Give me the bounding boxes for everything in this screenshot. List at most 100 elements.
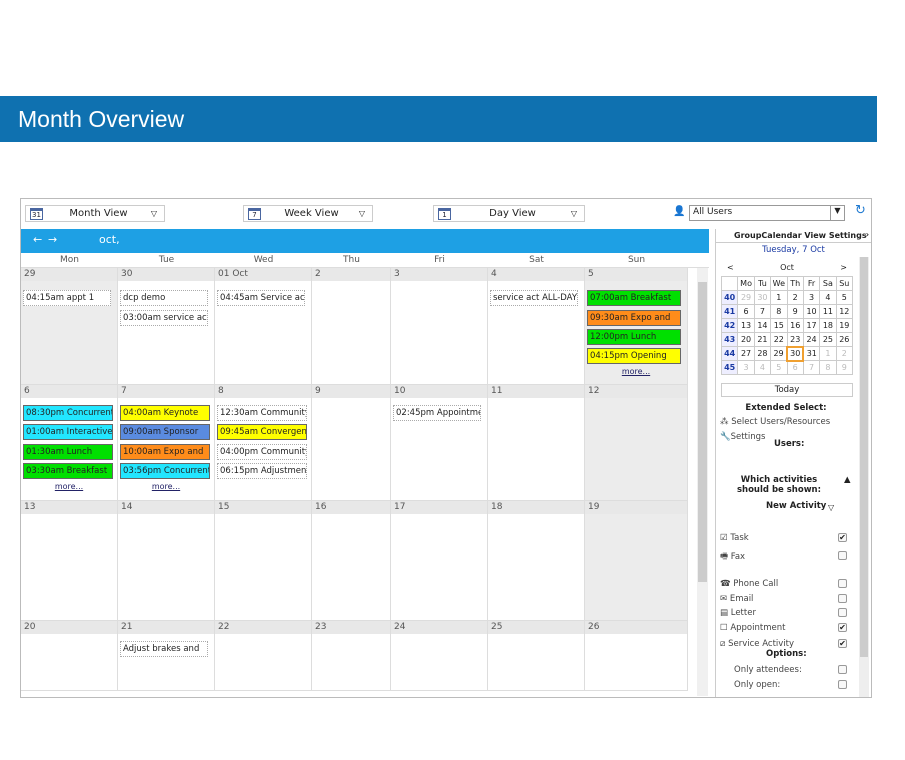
mini-day[interactable]: 3 (802, 290, 821, 305)
activity-checkbox[interactable]: ✔ (838, 639, 847, 648)
chevron-right-icon[interactable]: › (866, 230, 869, 239)
mini-day[interactable]: 29 (770, 346, 788, 361)
calendar-event[interactable]: 06:15pm Adjustment (217, 463, 307, 479)
calendar-scrollbar[interactable] (697, 268, 708, 696)
more-link[interactable]: more... (118, 482, 214, 491)
mini-day[interactable]: 17 (802, 318, 821, 333)
day-cell[interactable]: 26 (585, 621, 688, 691)
day-cell[interactable]: 16 (312, 501, 391, 621)
activity-checkbox[interactable] (838, 608, 847, 617)
next-arrow-icon[interactable]: → (48, 233, 57, 246)
panel-scrollbar[interactable] (859, 257, 869, 697)
mini-day[interactable]: 23 (786, 332, 804, 347)
day-cell[interactable]: 19 (585, 501, 688, 621)
day-cell[interactable]: 17 (391, 501, 488, 621)
mini-day[interactable]: 9 (835, 360, 854, 375)
mini-day[interactable]: 18 (819, 318, 837, 333)
mini-day[interactable]: 5 (835, 290, 854, 305)
mini-week-number[interactable]: 43 (720, 332, 739, 347)
calendar-event[interactable]: service act ALL-DAY 5 (490, 290, 578, 306)
mini-week-number[interactable]: 41 (720, 304, 739, 319)
day-cell[interactable]: 01 Oct 04:45am Service act 1 (215, 268, 312, 385)
day-cell[interactable]: 12 (585, 385, 688, 501)
day-cell[interactable]: 29 04:15am appt 1 (21, 268, 118, 385)
mini-day[interactable]: 7 (753, 304, 772, 319)
collapse-icon[interactable]: ▲ (844, 475, 851, 485)
mini-day[interactable]: 12 (835, 304, 854, 319)
mini-day[interactable]: 29 (737, 290, 755, 305)
prev-arrow-icon[interactable]: ← (33, 233, 42, 246)
mini-week-number[interactable]: 42 (720, 318, 739, 333)
month-view-button[interactable]: 31 Month View ▽ (25, 205, 165, 222)
chevron-down-icon[interactable]: ▽ (144, 209, 164, 218)
week-view-button[interactable]: 7 Week View ▽ (243, 205, 373, 222)
day-cell[interactable]: 11 (488, 385, 585, 501)
day-cell[interactable]: 23 (312, 621, 391, 691)
mini-day[interactable]: 2 (835, 346, 854, 361)
refresh-icon[interactable]: ↻ (855, 203, 866, 218)
calendar-event[interactable]: 12:00pm Lunch (587, 329, 681, 345)
calendar-event[interactable]: 12:30am Community (217, 405, 307, 421)
mini-day[interactable]: 14 (753, 318, 772, 333)
calendar-event[interactable]: 04:00pm Community (217, 444, 307, 460)
mini-day[interactable]: 1 (819, 346, 837, 361)
only-attendees-checkbox[interactable] (838, 665, 847, 674)
day-cell[interactable]: 18 (488, 501, 585, 621)
mini-day[interactable]: 30 (785, 345, 805, 362)
mini-day[interactable]: 9 (786, 304, 804, 319)
mini-day[interactable]: 13 (737, 318, 755, 333)
mini-day[interactable]: 10 (802, 304, 821, 319)
day-cell[interactable]: 13 (21, 501, 118, 621)
day-cell[interactable]: 6 08:30pm Concurrent 01:00am Interactive 01… (21, 385, 118, 501)
mini-week-number[interactable]: 45 (720, 360, 739, 375)
mini-day[interactable]: 4 (753, 360, 772, 375)
mini-day[interactable]: 8 (819, 360, 837, 375)
settings-link[interactable]: 🔧Settings (720, 432, 765, 442)
mini-day[interactable]: 19 (835, 318, 854, 333)
day-cell[interactable]: 15 (215, 501, 312, 621)
mini-day[interactable]: 16 (786, 318, 804, 333)
calendar-event[interactable]: 07:00am Breakfast (587, 290, 681, 306)
day-cell[interactable]: 30 dcp demo 03:00am service act 2 (118, 268, 215, 385)
mini-day[interactable]: 24 (802, 332, 821, 347)
chevron-down-icon[interactable]: ▽ (564, 209, 584, 218)
calendar-event[interactable]: 03:56pm Concurrent (120, 463, 210, 479)
day-cell[interactable]: 5 07:00am Breakfast 09:30am Expo and 12:00p… (585, 268, 688, 385)
calendar-event[interactable]: 01:30am Lunch (23, 444, 113, 460)
mini-day[interactable]: 26 (835, 332, 854, 347)
mini-day[interactable]: 21 (753, 332, 772, 347)
mini-day[interactable]: 30 (753, 290, 772, 305)
calendar-event[interactable]: 04:15am appt 1 (23, 290, 111, 306)
activity-checkbox[interactable] (838, 594, 847, 603)
mini-day[interactable]: 7 (802, 360, 821, 375)
mini-day[interactable]: 5 (770, 360, 788, 375)
day-cell[interactable]: 7 04:00am Keynote 09:00am Sponsor 10:00am E… (118, 385, 215, 501)
mini-day[interactable]: 28 (753, 346, 772, 361)
more-link[interactable]: more... (21, 482, 117, 491)
calendar-event[interactable]: Adjust brakes and (120, 641, 208, 657)
mini-day[interactable]: 1 (770, 290, 788, 305)
day-cell[interactable]: 22 (215, 621, 312, 691)
activity-checkbox[interactable]: ✔ (838, 533, 847, 542)
mini-day[interactable]: 15 (770, 318, 788, 333)
day-cell[interactable]: 24 (391, 621, 488, 691)
only-open-checkbox[interactable] (838, 680, 847, 689)
calendar-event[interactable]: dcp demo (120, 290, 208, 306)
day-cell[interactable]: 4 service act ALL-DAY 5 (488, 268, 585, 385)
mini-day[interactable]: 25 (819, 332, 837, 347)
calendar-event[interactable]: 01:00am Interactive (23, 424, 113, 440)
mini-day[interactable]: 11 (819, 304, 837, 319)
day-cell[interactable]: 9 (312, 385, 391, 501)
day-cell[interactable]: 2 (312, 268, 391, 385)
calendar-event[interactable]: 08:30pm Concurrent (23, 405, 113, 421)
mini-next-icon[interactable]: > (840, 263, 853, 272)
chevron-down-icon[interactable]: ▽ (828, 503, 834, 512)
more-link[interactable]: more... (585, 367, 687, 376)
day-cell[interactable]: 3 (391, 268, 488, 385)
scrollbar-thumb[interactable] (698, 282, 707, 582)
calendar-event[interactable]: 04:45am Service act 1 (217, 290, 305, 306)
calendar-event[interactable]: 04:15pm Opening (587, 348, 681, 364)
mini-day[interactable]: 2 (786, 290, 804, 305)
day-cell[interactable]: 20 (21, 621, 118, 691)
activity-checkbox[interactable] (838, 579, 847, 588)
